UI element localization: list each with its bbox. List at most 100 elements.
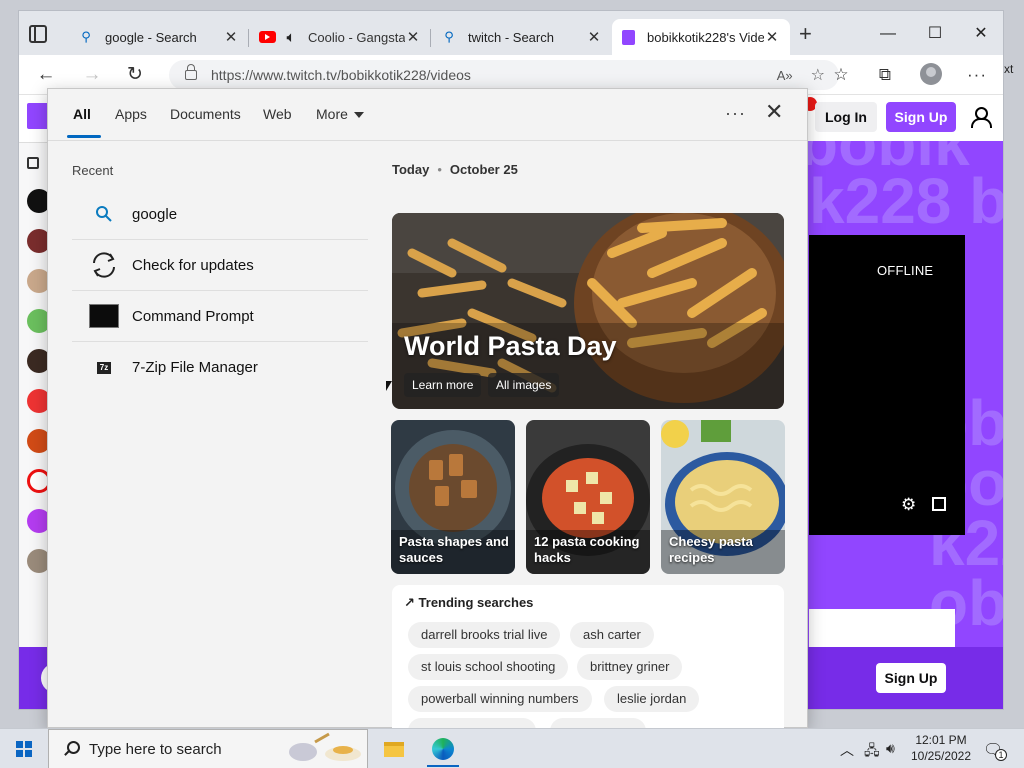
clock-date: 10/25/2022 (910, 749, 972, 763)
pasta-hacks-card[interactable]: 12 pasta cooking hacks (526, 420, 650, 574)
forward-icon[interactable]: → (77, 61, 107, 89)
user-icon[interactable] (971, 107, 992, 128)
bottom-signup-button[interactable]: Sign Up (876, 663, 946, 693)
close-window-icon[interactable]: ✕ (958, 21, 1003, 47)
trending-arrow-icon: ↗ (404, 595, 415, 610)
trending-chip[interactable]: powerball winning numbers (408, 686, 592, 712)
channel-info-panel (809, 609, 955, 647)
recent-label: 7-Zip File Manager (132, 359, 258, 376)
learn-more-button[interactable]: Learn more (404, 373, 482, 397)
notification-count-badge: 1 (995, 749, 1007, 761)
trending-chip[interactable]: darrell brooks trial live (408, 622, 561, 648)
edge-browser-icon[interactable] (421, 731, 465, 767)
system-clock[interactable]: 12:01 PM 10/25/2022 (906, 732, 976, 764)
lock-icon[interactable] (185, 64, 197, 80)
close-tab-icon[interactable]: ✕ (223, 28, 239, 46)
chevron-up-icon[interactable]: ︿ (840, 740, 854, 760)
trending-heading-label: Trending searches (418, 595, 534, 610)
trending-chip[interactable]: leslie jordan (604, 686, 700, 712)
read-aloud-icon[interactable]: A» (777, 68, 793, 83)
recent-label: google (132, 205, 178, 223)
tab-label: Coolio - Gangsta (308, 29, 405, 45)
tab-google-search[interactable]: ⚲ google - Search ✕ (69, 19, 249, 55)
separator-dot: • (437, 162, 442, 177)
tab-web[interactable]: Web (263, 106, 292, 122)
clock-time: 12:01 PM (915, 733, 967, 747)
recent-item-google[interactable]: google (72, 189, 368, 240)
taskbar: Type here to search ︿ 🖧︎ 🔊︎ 12:01 PM 10/… (0, 728, 1024, 768)
back-icon[interactable]: ← (31, 61, 61, 89)
7zip-icon: 7z (88, 352, 120, 384)
tab-twitch-videos[interactable]: bobikkotik228's Videc ✕ (612, 19, 790, 55)
all-images-button[interactable]: All images (488, 373, 560, 397)
offscreen-text: xt (1004, 62, 1014, 76)
speaker-icon[interactable]: 🔈︎ (284, 29, 298, 46)
youtube-icon (259, 31, 276, 43)
signup-button[interactable]: Sign Up (886, 102, 956, 132)
gear-icon[interactable]: ⚙ (901, 495, 916, 515)
refresh-icon (88, 249, 120, 281)
taskbar-search-box[interactable]: Type here to search (48, 729, 368, 768)
url-text[interactable]: https://www.twitch.tv/bobikkotik228/vide… (211, 67, 777, 83)
windows-start-icon[interactable] (16, 741, 32, 757)
windows-search-panel: All Apps Documents Web More ··· ✕ Recent… (47, 88, 808, 744)
world-pasta-day-card[interactable]: World Pasta Day Learn more All images (392, 213, 784, 409)
tab-all[interactable]: All (73, 106, 91, 122)
search-icon: ⚲ (444, 29, 454, 44)
date-label: October 25 (449, 162, 518, 177)
search-highlight-pasta-icon (289, 732, 361, 761)
hero-title: World Pasta Day (404, 331, 617, 361)
favorites-icon[interactable]: ☆ (829, 63, 853, 87)
refresh-icon[interactable]: ↻ (120, 61, 150, 89)
tab-label: twitch - Search (468, 29, 554, 45)
file-explorer-icon[interactable] (372, 731, 416, 767)
minimize-icon[interactable]: — (865, 21, 911, 47)
login-button[interactable]: Log In (815, 102, 877, 132)
close-tab-icon[interactable]: ✕ (586, 28, 602, 46)
twitch-logo-icon[interactable] (27, 103, 49, 129)
video-player[interactable] (809, 235, 965, 535)
maximize-icon[interactable]: ☐ (912, 21, 958, 47)
banner-watermark: k228 b (809, 165, 1004, 237)
volume-icon[interactable]: 🔊︎ (886, 740, 895, 757)
trending-chip[interactable]: brittney griner (577, 654, 683, 680)
tab-youtube[interactable]: 🔈︎ Coolio - Gangsta ✕ (249, 19, 431, 55)
add-favorite-icon[interactable]: ☆ (811, 65, 825, 85)
close-icon[interactable]: ✕ (765, 101, 783, 123)
settings-more-icon[interactable]: ··· (965, 63, 989, 87)
profile-avatar[interactable] (920, 63, 942, 85)
tab-label: google - Search (105, 29, 197, 45)
more-options-icon[interactable]: ··· (725, 103, 746, 124)
tab-more[interactable]: More (316, 106, 364, 122)
tab-apps[interactable]: Apps (115, 106, 147, 122)
trending-chip[interactable]: st louis school shooting (408, 654, 569, 680)
tab-actions-icon[interactable] (29, 25, 47, 43)
tab-documents[interactable]: Documents (170, 106, 241, 122)
recent-heading: Recent (72, 163, 114, 178)
cheesy-pasta-card[interactable]: Cheesy pasta recipes (661, 420, 785, 574)
search-placeholder: Type here to search (89, 740, 222, 758)
collections-icon[interactable]: ⧉ (873, 63, 897, 87)
search-icon (88, 198, 120, 230)
network-icon[interactable]: 🖧︎ (864, 740, 880, 764)
close-tab-icon[interactable]: ✕ (405, 28, 421, 46)
recent-item-check-updates[interactable]: Check for updates (72, 240, 368, 291)
recent-item-command-prompt[interactable]: Command Prompt (72, 291, 368, 342)
search-scope-tabs: All Apps Documents Web More ··· ✕ (48, 89, 807, 141)
address-bar[interactable]: https://www.twitch.tv/bobikkotik228/vide… (169, 60, 839, 90)
trending-chip[interactable]: ash carter (570, 622, 654, 648)
recent-label: Check for updates (132, 256, 254, 274)
new-tab-icon[interactable]: + (799, 23, 812, 45)
today-label: Today (392, 162, 430, 177)
date-heading: Today • October 25 (392, 162, 518, 177)
collapse-icon[interactable] (27, 157, 39, 169)
tab-twitch-search[interactable]: ⚲ twitch - Search ✕ (432, 19, 612, 55)
recent-label: Command Prompt (132, 307, 254, 325)
card-title: Pasta shapes and sauces (399, 534, 509, 565)
recent-item-7zip[interactable]: 7z 7-Zip File Manager (72, 342, 368, 393)
pasta-shapes-card[interactable]: Pasta shapes and sauces (391, 420, 515, 574)
tab-strip: ⚲ google - Search ✕ 🔈︎ Coolio - Gangsta … (19, 11, 1003, 55)
close-tab-icon[interactable]: ✕ (764, 28, 780, 46)
fullscreen-icon[interactable] (932, 497, 946, 511)
command-prompt-icon (88, 300, 120, 332)
